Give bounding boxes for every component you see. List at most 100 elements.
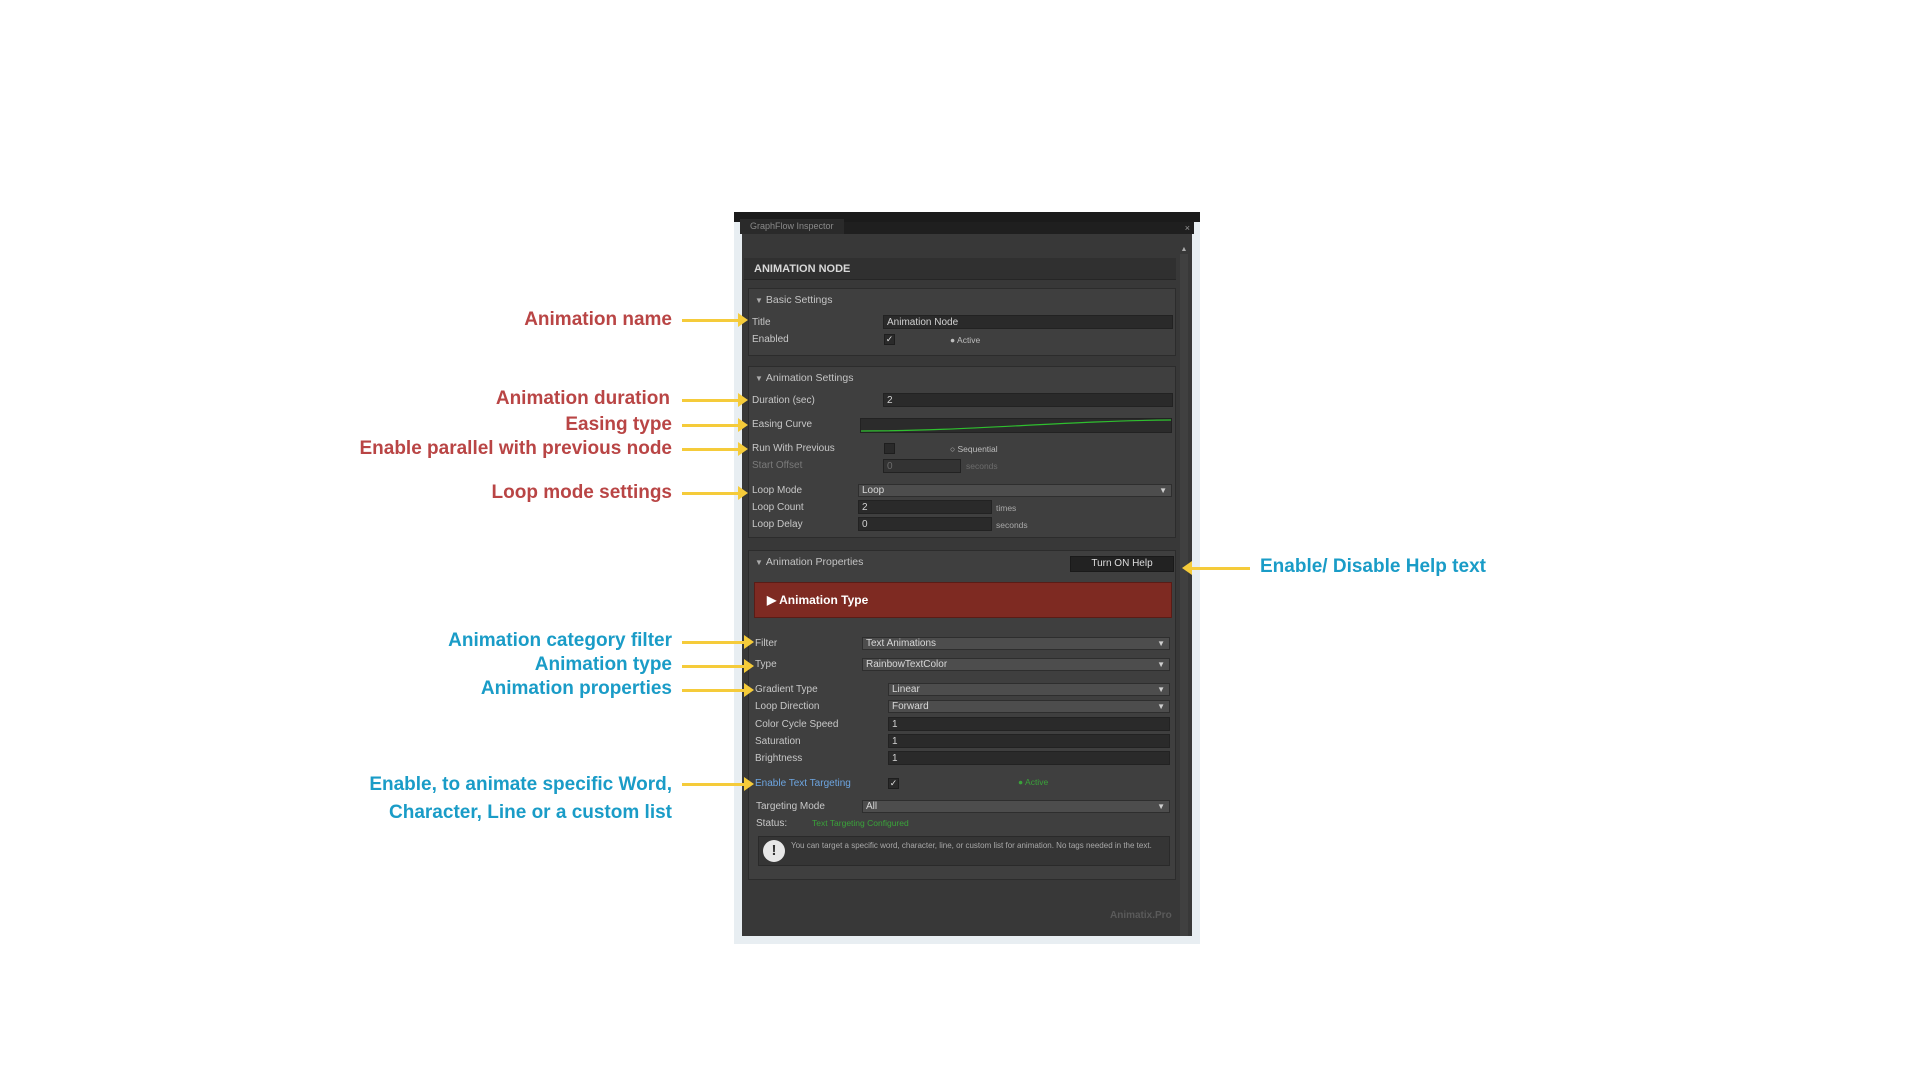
arrow-help: [1192, 567, 1250, 570]
status-label: Status:: [756, 818, 788, 829]
title-label: Title: [752, 317, 771, 328]
type-dropdown[interactable]: RainbowTextColor ▼: [862, 658, 1170, 671]
arrow-duration: [682, 399, 738, 402]
run-with-previous-label: Run With Previous: [752, 443, 835, 454]
loop-mode-label: Loop Mode: [752, 485, 803, 496]
vertical-scrollbar[interactable]: [1180, 254, 1188, 936]
saturation-field[interactable]: 1: [888, 734, 1170, 748]
loop-count-label: Loop Count: [752, 502, 804, 513]
inspector-tab-bar: GraphFlow Inspector ×: [740, 219, 1194, 234]
loop-mode-dropdown[interactable]: Loop ▼: [858, 484, 1172, 497]
arrow-head-duration: [738, 393, 748, 407]
start-offset-label: Start Offset: [752, 460, 803, 471]
arrow-animation-name: [682, 319, 738, 322]
enable-text-targeting-label[interactable]: Enable Text Targeting: [755, 777, 851, 791]
duration-field[interactable]: 2: [883, 393, 1173, 407]
mode-indicator: ○ Sequential: [950, 444, 998, 454]
loop-direction-dropdown[interactable]: Forward ▼: [888, 700, 1170, 713]
annotation-animation-type: Animation type: [534, 654, 672, 675]
annotation-loop-mode: Loop mode settings: [491, 482, 673, 503]
turn-on-help-button[interactable]: Turn ON Help: [1070, 556, 1174, 572]
status-value: Text Targeting Configured: [812, 818, 909, 828]
annotation-animation-duration: Animation duration: [495, 388, 670, 409]
arrow-head-type: [744, 659, 754, 673]
arrow-head-loop-mode: [738, 486, 748, 500]
help-info-text: You can target a specific word, characte…: [791, 841, 1152, 850]
annotation-text-targeting-line1: Enable, to animate specific Word,: [369, 774, 672, 795]
arrow-text-targeting: [682, 783, 744, 786]
loop-mode-value: Loop: [862, 485, 885, 496]
basic-settings-header: Basic Settings: [765, 294, 833, 306]
enabled-checkbox[interactable]: ✓: [884, 334, 895, 345]
loop-direction-label: Loop Direction: [755, 701, 820, 712]
annotation-text-targeting-line2: Character, Line or a custom list: [389, 802, 672, 823]
arrow-loop-mode: [682, 492, 738, 495]
run-with-previous-checkbox[interactable]: [884, 443, 895, 454]
chevron-down-icon: ▼: [1157, 802, 1165, 811]
annotation-animation-properties: Animation properties: [480, 678, 672, 699]
animation-type-label: Animation Type: [779, 593, 869, 607]
chevron-down-icon: ▼: [1157, 702, 1165, 711]
targeting-mode-label: Targeting Mode: [756, 801, 825, 812]
close-icon[interactable]: ×: [1185, 222, 1190, 234]
enabled-status-text: Active: [957, 335, 981, 345]
color-cycle-speed-label: Color Cycle Speed: [755, 719, 839, 730]
easing-curve-line: [861, 419, 1171, 432]
enabled-status: ● Active: [950, 335, 981, 345]
arrow-type: [682, 665, 744, 668]
checkmark-icon: ✓: [885, 334, 894, 344]
mode-text: Sequential: [957, 444, 998, 454]
easing-curve-field[interactable]: [860, 418, 1172, 433]
text-targeting-status: ● Active: [1018, 777, 1049, 787]
targeting-mode-dropdown[interactable]: All ▼: [862, 800, 1170, 813]
chevron-down-icon: ▼: [1157, 639, 1165, 648]
annotation-help-toggle: Enable/ Disable Help text: [1260, 556, 1486, 577]
loop-delay-label: Loop Delay: [752, 519, 803, 530]
start-offset-field[interactable]: 0: [883, 459, 961, 473]
filter-label: Filter: [755, 638, 778, 649]
brightness-field[interactable]: 1: [888, 751, 1170, 765]
loop-delay-unit: seconds: [996, 520, 1028, 530]
animation-properties-header: Animation Properties: [765, 556, 864, 568]
arrow-head-help: [1182, 561, 1192, 575]
gradient-type-label: Gradient Type: [755, 684, 818, 695]
animation-type-foldout[interactable]: ▶ Animation Type: [754, 582, 1172, 618]
type-value: RainbowTextColor: [866, 659, 948, 670]
help-info-box: ! You can target a specific word, charac…: [758, 836, 1170, 866]
arrow-head-text-targeting: [744, 777, 754, 791]
filter-dropdown[interactable]: Text Animations ▼: [862, 637, 1170, 650]
scroll-up-icon[interactable]: ▲: [1180, 246, 1188, 254]
gradient-type-dropdown[interactable]: Linear ▼: [888, 683, 1170, 696]
loop-count-field[interactable]: 2: [858, 500, 992, 514]
annotation-animation-name: Animation name: [524, 309, 672, 330]
brightness-label: Brightness: [755, 753, 803, 764]
arrow-easing: [682, 424, 738, 427]
chevron-down-icon: ▼: [1159, 486, 1167, 495]
arrow-properties: [682, 689, 744, 692]
animation-settings-foldout[interactable]: ▼ Animation Settings: [755, 371, 853, 386]
enabled-label: Enabled: [752, 334, 789, 345]
duration-label: Duration (sec): [752, 395, 815, 406]
color-cycle-speed-field[interactable]: 1: [888, 717, 1170, 731]
annotation-category-filter: Animation category filter: [448, 630, 672, 651]
annotation-parallel: Enable parallel with previous node: [359, 438, 672, 459]
filter-value: Text Animations: [866, 638, 937, 649]
loop-delay-field[interactable]: 0: [858, 517, 992, 531]
triangle-down-icon: ▼: [755, 558, 763, 567]
title-field[interactable]: Animation Node: [883, 315, 1173, 329]
text-targeting-checkbox[interactable]: ✓: [888, 778, 899, 789]
start-offset-unit: seconds: [966, 461, 998, 471]
easing-curve-label: Easing Curve: [752, 419, 813, 430]
loop-count-unit: times: [996, 503, 1017, 513]
inspector-tab[interactable]: GraphFlow Inspector: [740, 219, 844, 234]
easing-curve-graph: [861, 419, 1171, 432]
basic-settings-foldout[interactable]: ▼ Basic Settings: [755, 293, 832, 308]
chevron-down-icon: ▼: [1157, 660, 1165, 669]
animation-properties-foldout[interactable]: ▼ Animation Properties: [755, 555, 863, 570]
annotation-easing-type: Easing type: [565, 414, 672, 435]
chevron-down-icon: ▼: [1157, 685, 1165, 694]
watermark: Animatix.Pro: [1110, 910, 1172, 921]
type-label: Type: [755, 659, 777, 670]
arrow-parallel: [682, 448, 738, 451]
arrow-filter: [682, 641, 744, 644]
